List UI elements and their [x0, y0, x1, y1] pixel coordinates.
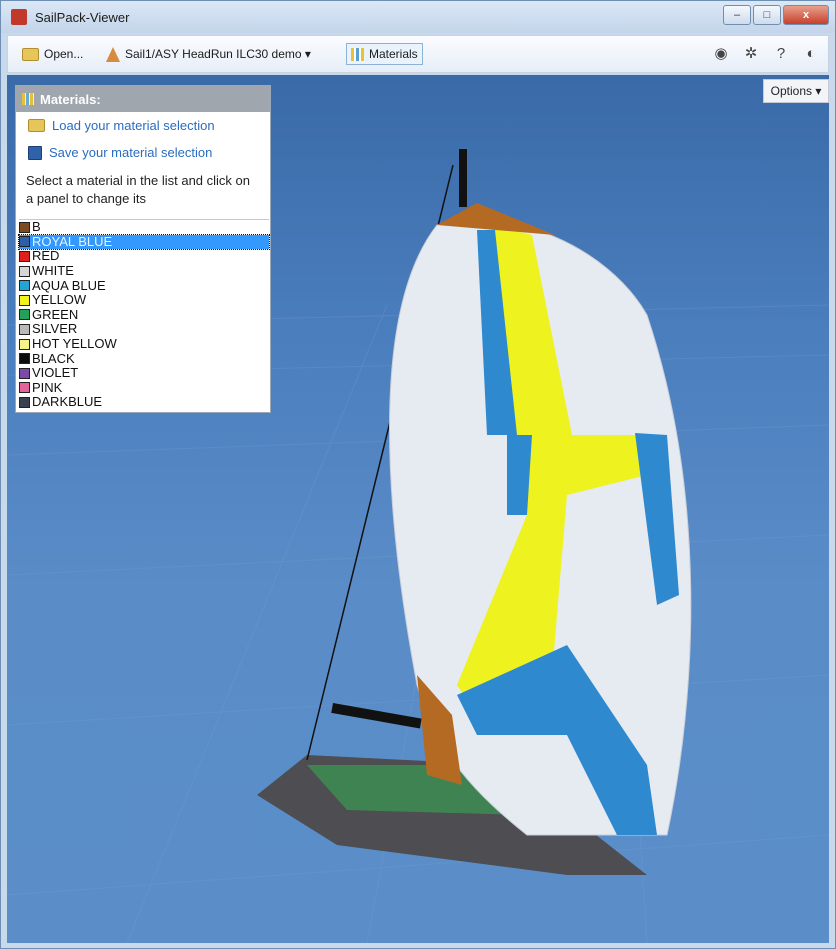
material-item[interactable]: SILVER — [19, 322, 269, 337]
material-label: B — [32, 219, 41, 235]
sail-icon — [106, 46, 120, 62]
material-swatch — [19, 309, 30, 321]
material-item[interactable]: AQUA BLUE — [19, 278, 269, 293]
materials-button[interactable]: Materials — [346, 43, 423, 65]
materials-panel: Materials: Load your material selection … — [15, 85, 271, 413]
material-swatch — [19, 221, 30, 233]
material-label: WHITE — [32, 263, 74, 279]
material-item[interactable]: B — [19, 220, 269, 235]
project-label: Sail1/ASY HeadRun ILC30 demo ▾ — [125, 47, 311, 61]
folder-icon — [22, 47, 39, 61]
material-swatch — [19, 353, 30, 365]
materials-icon — [22, 93, 34, 105]
mast-top — [459, 149, 467, 207]
material-swatch — [19, 280, 30, 292]
materials-panel-title: Materials: — [40, 91, 101, 107]
material-item[interactable]: VIOLET — [19, 366, 269, 381]
material-swatch — [19, 396, 30, 408]
save-label: Save your material selection — [49, 145, 213, 160]
help-icon[interactable]: ? — [772, 44, 790, 62]
gear-icon[interactable]: ✲ — [742, 44, 760, 62]
instruction-text: Select a material in the list and click … — [26, 173, 250, 206]
material-swatch — [19, 294, 30, 306]
close-button[interactable]: x — [783, 5, 829, 25]
project-dropdown[interactable]: Sail1/ASY HeadRun ILC30 demo ▾ — [102, 43, 315, 65]
material-item[interactable]: YELLOW — [19, 293, 269, 308]
logo-icon[interactable]: ◐ — [802, 44, 820, 62]
folder-icon — [28, 119, 45, 132]
save-material-link[interactable]: Save your material selection — [28, 139, 270, 166]
material-swatch — [19, 338, 30, 350]
eye-icon[interactable]: ◉ — [712, 44, 730, 62]
materials-icon — [351, 47, 364, 61]
material-swatch — [19, 265, 30, 277]
app-logo-icon — [11, 9, 27, 25]
minimize-button[interactable]: – — [723, 5, 751, 25]
material-label: YELLOW — [32, 292, 87, 308]
save-icon — [28, 145, 42, 160]
load-label: Load your material selection — [52, 118, 215, 133]
material-item[interactable]: GREEN — [19, 306, 269, 323]
maximize-button[interactable]: □ — [753, 5, 781, 25]
material-label: DARKBLUE — [32, 394, 103, 410]
material-swatch — [19, 236, 30, 248]
title-bar: SailPack-Viewer – □ x — [1, 1, 835, 33]
open-button[interactable]: Open... — [18, 43, 87, 65]
materials-panel-header: Materials: — [16, 86, 270, 112]
materials-label: Materials — [369, 47, 418, 61]
material-swatch — [19, 382, 30, 394]
material-label: RED — [32, 248, 60, 264]
options-dropdown[interactable]: Options ▾ — [763, 79, 829, 103]
material-label: BLACK — [32, 350, 75, 366]
material-label: GREEN — [32, 306, 79, 322]
material-label: VIOLET — [32, 365, 79, 381]
material-item[interactable]: RED — [19, 249, 269, 264]
material-item[interactable]: PINK — [19, 379, 269, 396]
material-list[interactable]: B ROYAL BLUE RED WHITE AQUA BLUE YELLOW GREEN S… — [18, 219, 270, 414]
material-label: ROYAL BLUE — [32, 233, 113, 249]
window-title: SailPack-Viewer — [35, 10, 130, 25]
material-label: PINK — [32, 379, 63, 395]
boom — [331, 703, 422, 729]
material-item[interactable]: ROYAL BLUE — [18, 233, 270, 251]
material-label: HOT YELLOW — [32, 336, 117, 352]
material-label: AQUA BLUE — [32, 277, 106, 293]
material-item[interactable]: BLACK — [19, 351, 269, 366]
material-item[interactable]: HOT YELLOW — [19, 337, 269, 352]
material-item[interactable]: WHITE — [19, 264, 269, 279]
load-material-link[interactable]: Load your material selection — [28, 112, 270, 139]
material-swatch — [19, 367, 30, 379]
material-swatch — [19, 250, 30, 262]
open-label: Open... — [44, 47, 84, 61]
app-window: SailPack-Viewer – □ x Open... Sail1/ASY … — [0, 0, 836, 949]
material-swatch — [19, 323, 30, 335]
material-label: SILVER — [32, 321, 78, 337]
toolbar: Open... Sail1/ASY HeadRun ILC30 demo ▾ M… — [7, 35, 829, 73]
material-item[interactable]: DARKBLUE — [19, 395, 269, 410]
